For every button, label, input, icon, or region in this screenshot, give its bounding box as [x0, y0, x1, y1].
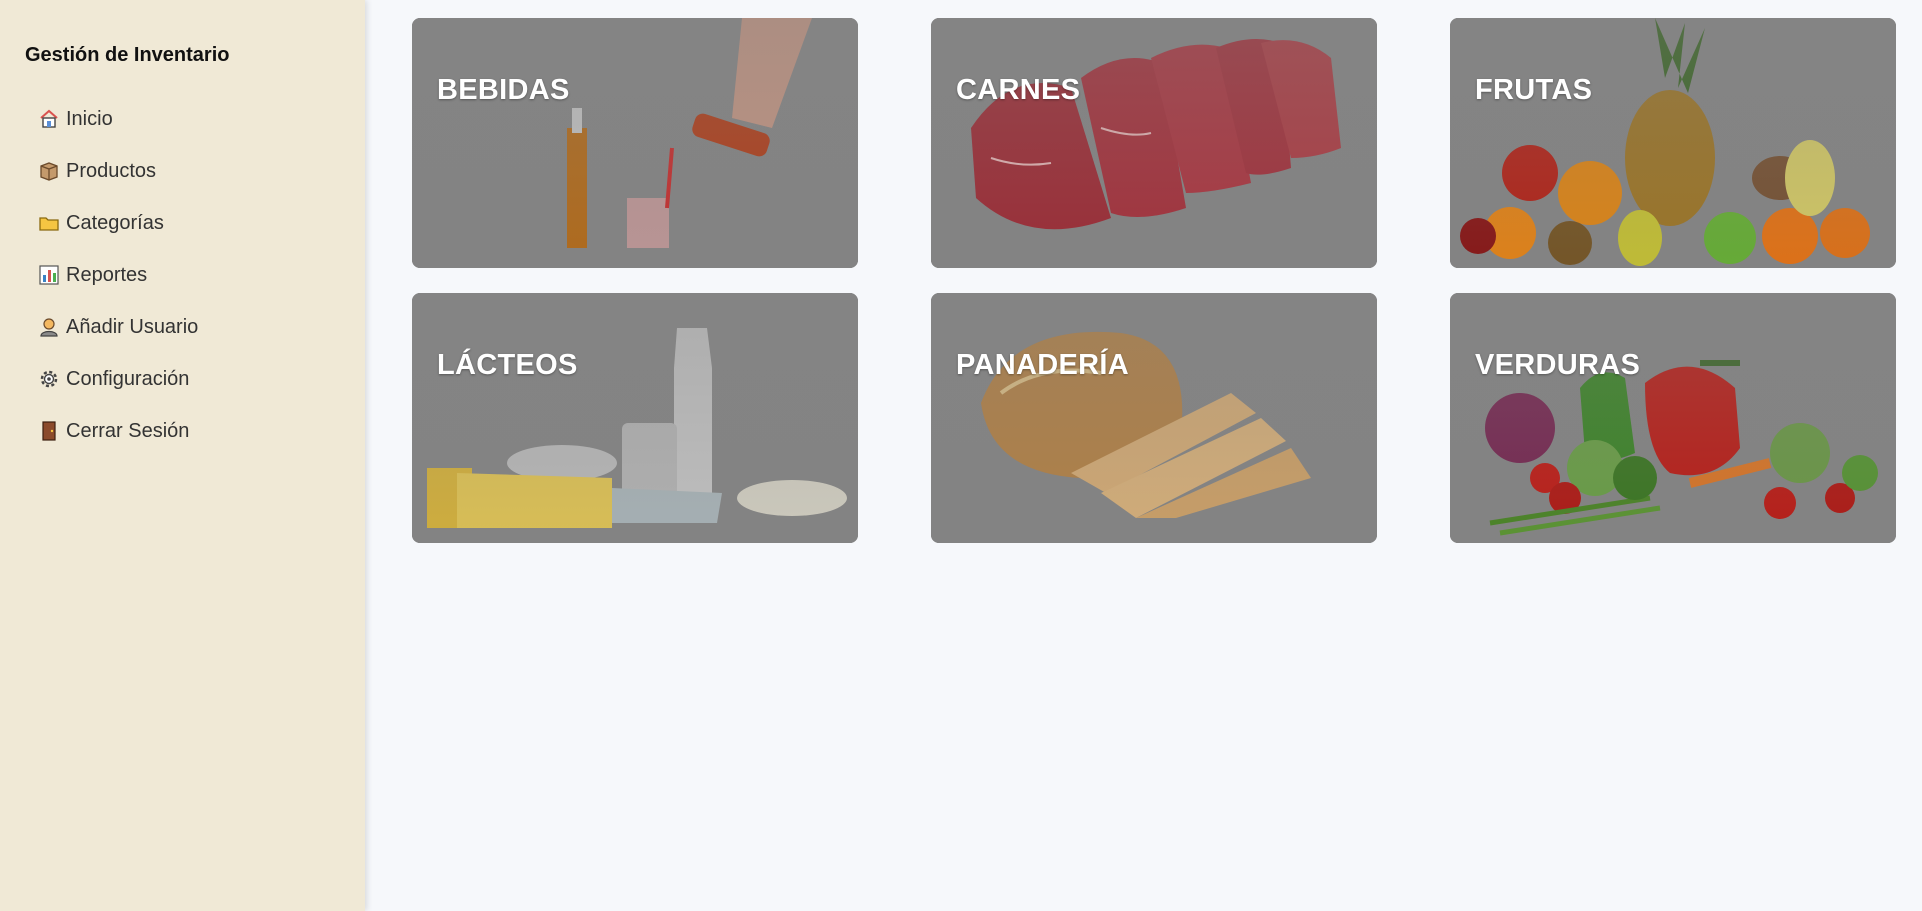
- house-icon: [38, 108, 60, 130]
- category-title: BEBIDAS: [437, 74, 570, 106]
- bar-chart-icon: [38, 264, 60, 286]
- card-overlay: [412, 293, 858, 543]
- sidebar-item-label: Productos: [66, 159, 157, 182]
- sidebar-item-label: Categorías: [66, 211, 164, 234]
- category-card-carnes[interactable]: CARNES: [931, 18, 1377, 268]
- main-content: BEBIDAS CARNES FRUTAS LÁCTEOS PANADERÍA …: [412, 18, 1896, 543]
- card-overlay: [931, 293, 1377, 543]
- sidebar-item-productos[interactable]: Productos: [38, 145, 365, 197]
- folder-icon: [38, 212, 60, 234]
- sidebar-item-inicio[interactable]: Inicio: [38, 93, 365, 145]
- door-icon: [38, 420, 60, 442]
- card-overlay: [931, 18, 1377, 268]
- category-title: FRUTAS: [1475, 74, 1593, 106]
- category-title: PANADERÍA: [956, 349, 1129, 381]
- sidebar: Gestión de Inventario Inicio Productos C…: [0, 0, 365, 911]
- category-card-lacteos[interactable]: LÁCTEOS: [412, 293, 858, 543]
- sidebar-item-label: Añadir Usuario: [66, 315, 199, 338]
- card-overlay: [412, 18, 858, 268]
- category-card-bebidas[interactable]: BEBIDAS: [412, 18, 858, 268]
- sidebar-item-reportes[interactable]: Reportes: [38, 249, 365, 301]
- category-title: CARNES: [956, 74, 1081, 106]
- user-icon: [38, 316, 60, 338]
- category-card-panaderia[interactable]: PANADERÍA: [931, 293, 1377, 543]
- app-title: Gestión de Inventario: [25, 44, 230, 66]
- sidebar-item-anadir-usuario[interactable]: Añadir Usuario: [38, 301, 365, 353]
- box-icon: [38, 160, 60, 182]
- category-title: VERDURAS: [1475, 349, 1641, 381]
- category-card-frutas[interactable]: FRUTAS: [1450, 18, 1896, 268]
- sidebar-item-label: Cerrar Sesión: [66, 419, 190, 442]
- category-card-verduras[interactable]: VERDURAS: [1450, 293, 1896, 543]
- gear-icon: [38, 368, 60, 390]
- category-grid: BEBIDAS CARNES FRUTAS LÁCTEOS PANADERÍA …: [412, 18, 1896, 543]
- sidebar-item-label: Inicio: [66, 107, 113, 130]
- sidebar-nav: Inicio Productos Categorías Reportes Aña…: [25, 93, 365, 457]
- sidebar-item-cerrar-sesion[interactable]: Cerrar Sesión: [38, 405, 365, 457]
- sidebar-item-label: Configuración: [66, 367, 190, 390]
- sidebar-item-label: Reportes: [66, 263, 148, 286]
- sidebar-item-configuracion[interactable]: Configuración: [38, 353, 365, 405]
- category-title: LÁCTEOS: [437, 349, 578, 381]
- card-overlay: [1450, 18, 1896, 268]
- card-overlay: [1450, 293, 1896, 543]
- sidebar-item-categorias[interactable]: Categorías: [38, 197, 365, 249]
